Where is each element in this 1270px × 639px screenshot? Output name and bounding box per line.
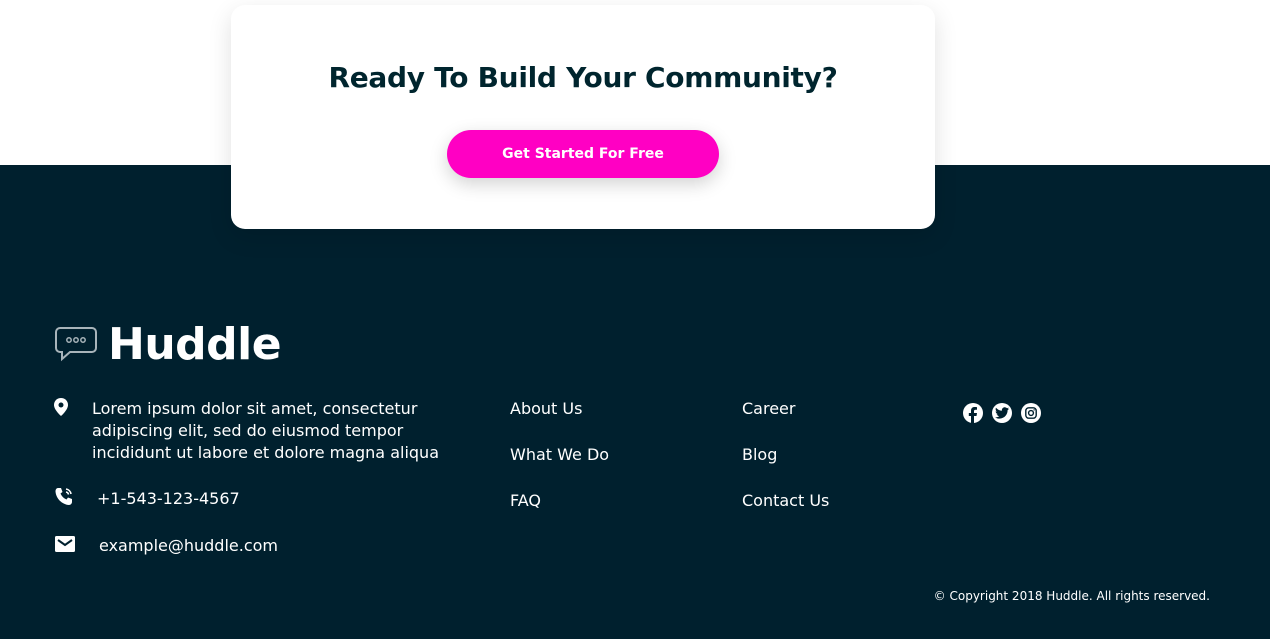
location-pin-icon <box>54 398 68 421</box>
address-line: adipiscing elit, sed do eiusmod tempor <box>92 421 404 440</box>
blog-link[interactable]: Blog <box>742 445 777 465</box>
huddle-logo[interactable]: Huddle <box>54 318 282 370</box>
address-text: Lorem ipsum dolor sit amet, consectetur … <box>92 398 439 464</box>
logo-text: Huddle <box>108 318 282 370</box>
cta-card: Ready To Build Your Community? Get Start… <box>231 5 935 229</box>
chat-bubble-icon <box>54 326 98 362</box>
twitter-icon[interactable] <box>992 403 1012 423</box>
what-we-do-link[interactable]: What We Do <box>510 445 609 465</box>
phone-icon <box>54 487 74 512</box>
facebook-icon[interactable] <box>963 403 983 423</box>
faq-link[interactable]: FAQ <box>510 491 541 511</box>
email-icon <box>55 536 75 557</box>
cta-title: Ready To Build Your Community? <box>328 61 838 94</box>
social-links <box>963 403 1041 423</box>
contact-us-link[interactable]: Contact Us <box>742 491 829 511</box>
get-started-button[interactable]: Get Started For Free <box>447 130 719 178</box>
career-link[interactable]: Career <box>742 399 795 419</box>
email-address[interactable]: example@huddle.com <box>99 535 278 557</box>
phone-number[interactable]: +1-543-123-4567 <box>97 488 240 510</box>
address-line: incididunt ut labore et dolore magna ali… <box>92 443 439 462</box>
instagram-icon[interactable] <box>1021 403 1041 423</box>
address-line: Lorem ipsum dolor sit amet, consectetur <box>92 399 418 418</box>
copyright-text: © Copyright 2018 Huddle. All rights rese… <box>933 589 1210 603</box>
about-us-link[interactable]: About Us <box>510 399 582 419</box>
